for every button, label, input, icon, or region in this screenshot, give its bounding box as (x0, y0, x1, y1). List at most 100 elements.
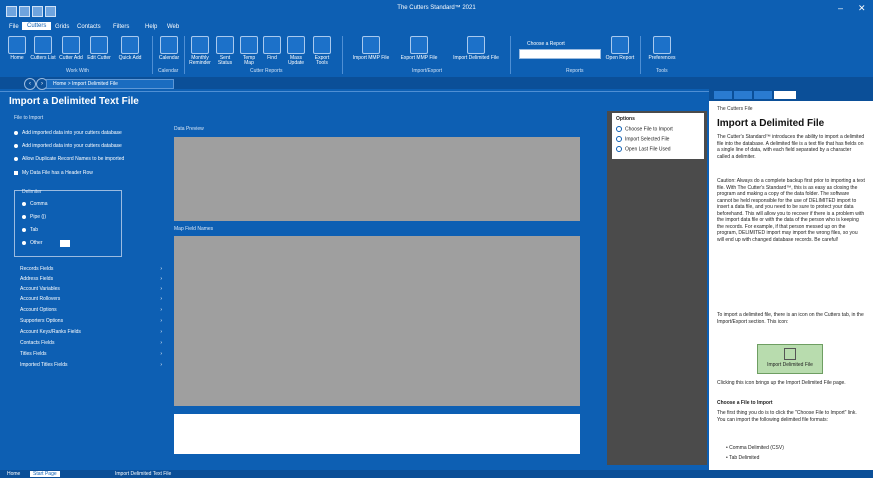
export-tools-button[interactable]: Export Tools (310, 36, 334, 66)
chevron-right-icon: › (160, 307, 162, 313)
options-panel (607, 111, 707, 465)
find-button[interactable]: Find (262, 36, 282, 61)
status-tab-home[interactable]: Home (4, 471, 23, 477)
import-mmp-button[interactable]: Import MMP File (348, 36, 394, 61)
map-fields-area[interactable] (174, 236, 580, 406)
status-tab-import[interactable]: Import Delimited Text File (112, 471, 174, 477)
window-title: The Cutters Standard™ 2021 (397, 5, 476, 11)
cutters-list-button[interactable]: Cutters List (30, 36, 56, 61)
preferences-button[interactable]: Preferences (642, 36, 682, 61)
field-group-options[interactable]: Account Options › (20, 307, 162, 313)
edit-cutter-button[interactable]: Edit Cutter (86, 36, 112, 61)
chevron-right-icon: › (160, 329, 162, 335)
delimiter-tab[interactable]: Tab (22, 227, 38, 233)
open-last-file-link[interactable]: Open Last File Used (616, 146, 671, 152)
field-group-keys-ranks[interactable]: Account Keys/Ranks Fields › (20, 329, 162, 335)
help-para-1: The Cutter's Standard™ introduces the ab… (717, 134, 865, 160)
options-title: Options (616, 116, 635, 122)
field-group-variables[interactable]: Account Variables › (20, 286, 162, 292)
other-delimiter-input[interactable] (60, 240, 70, 247)
home-button[interactable]: Home (4, 36, 30, 61)
choose-file-link[interactable]: Choose File to Import (616, 126, 673, 132)
menu-grids[interactable]: Grids (50, 23, 74, 31)
sent-status-button[interactable]: Sent Status (214, 36, 236, 66)
field-group-titles[interactable]: Titles Fields › (20, 351, 162, 357)
quick-add-button[interactable]: Quick Add (114, 36, 146, 61)
monthly-reminder-button[interactable]: Monthly Reminder (188, 36, 212, 66)
help-para-2: Caution: Always do a complete backup fir… (717, 178, 865, 243)
export-mmp-icon (410, 36, 428, 54)
help-tab-3[interactable] (754, 91, 772, 99)
radio-allow-duplicates[interactable]: Allow Duplicate Record Names to be impor… (14, 156, 124, 162)
group-divider (640, 36, 641, 74)
import-delimited-button[interactable]: Import Delimited File (446, 36, 506, 61)
help-para-3: To import a delimited file, there is an … (717, 312, 864, 325)
status-tab-start-page[interactable]: Start Page (30, 471, 60, 477)
field-group-imported-titles[interactable]: Imported Titles Fields › (20, 362, 162, 368)
group-label-work-with: Work With (66, 68, 89, 74)
chevron-right-icon: › (160, 276, 162, 282)
help-tab-2[interactable] (734, 91, 752, 99)
menu-file[interactable]: File (4, 23, 24, 31)
group-divider (510, 36, 511, 74)
close-button[interactable]: ✕ (858, 3, 866, 14)
help-crumb: The Cutters File (717, 106, 753, 112)
open-report-button[interactable]: Open Report (602, 36, 638, 61)
header-row-checkbox[interactable]: My Data File has a Header Row (14, 170, 93, 176)
field-group-supporters[interactable]: Supporters Options › (20, 318, 162, 324)
import-delimited-icon (467, 36, 485, 54)
data-preview-label: Data Preview (174, 126, 204, 132)
preferences-icon (653, 36, 671, 54)
map-fields-label: Map Field Names (174, 226, 214, 232)
delimiter-label: Delimiter (22, 189, 42, 195)
group-divider (152, 36, 153, 74)
radio-icon (22, 227, 26, 232)
group-label-cutter-reports: Cutter Reports (250, 68, 283, 74)
temp-map-button[interactable]: Temp Map (238, 36, 260, 66)
delimiter-pipe[interactable]: Pipe (|) (22, 214, 46, 220)
chevron-right-icon: › (160, 318, 162, 324)
radio-icon (22, 214, 26, 219)
group-label-tools: Tools (656, 68, 668, 74)
home-icon (8, 36, 26, 54)
calendar-button[interactable]: Calendar (156, 36, 182, 61)
delimiter-other[interactable]: Other (22, 240, 43, 246)
data-preview-area[interactable] (174, 137, 580, 221)
menu-filters[interactable]: Filters (108, 23, 134, 31)
radio-add-data-2[interactable]: Add imported data into your cutters data… (14, 143, 122, 149)
quick-add-icon (121, 36, 139, 54)
add-icon (62, 36, 80, 54)
group-divider (184, 36, 185, 74)
checkbox-icon (14, 170, 18, 175)
minimize-button[interactable]: – (838, 3, 843, 13)
mass-update-button[interactable]: Mass Update (284, 36, 308, 66)
field-group-contacts[interactable]: Contacts Fields › (20, 340, 162, 346)
edit-icon (90, 36, 108, 54)
menu-cutters[interactable]: Cutters (22, 22, 52, 30)
help-tab-1[interactable] (714, 91, 732, 99)
cutter-add-button[interactable]: Cutter Add (58, 36, 84, 61)
menu-help[interactable]: Help (140, 23, 162, 31)
group-label-import-export: Import/Export (412, 68, 443, 74)
radio-icon (14, 130, 18, 135)
import-delimited-icon (784, 348, 796, 360)
delimiter-comma[interactable]: Comma (22, 201, 48, 207)
import-icon (616, 136, 622, 142)
help-tab-active[interactable] (774, 91, 796, 99)
radio-add-data[interactable]: Add imported data into your cutters data… (14, 130, 122, 136)
file-to-import-label: File to Import (14, 115, 44, 121)
choose-report-dropdown[interactable] (519, 49, 601, 59)
menu-contacts[interactable]: Contacts (72, 23, 106, 31)
import-delimited-help-button[interactable]: Import Delimited File (757, 344, 823, 374)
field-group-records[interactable]: Records Fields › (20, 266, 162, 272)
breadcrumb[interactable]: Home > Import Delimited File (46, 79, 174, 89)
status-icon (216, 36, 234, 54)
file-icon (616, 126, 622, 132)
chevron-right-icon: › (160, 296, 162, 302)
field-group-rollovers[interactable]: Account Rollovers › (20, 296, 162, 302)
menu-web[interactable]: Web (162, 23, 184, 31)
import-selected-link[interactable]: Import Selected File (616, 136, 669, 142)
back-button[interactable]: ‹ (24, 78, 36, 90)
export-mmp-button[interactable]: Export MMP File (396, 36, 442, 61)
field-group-address[interactable]: Address Fields › (20, 276, 162, 282)
